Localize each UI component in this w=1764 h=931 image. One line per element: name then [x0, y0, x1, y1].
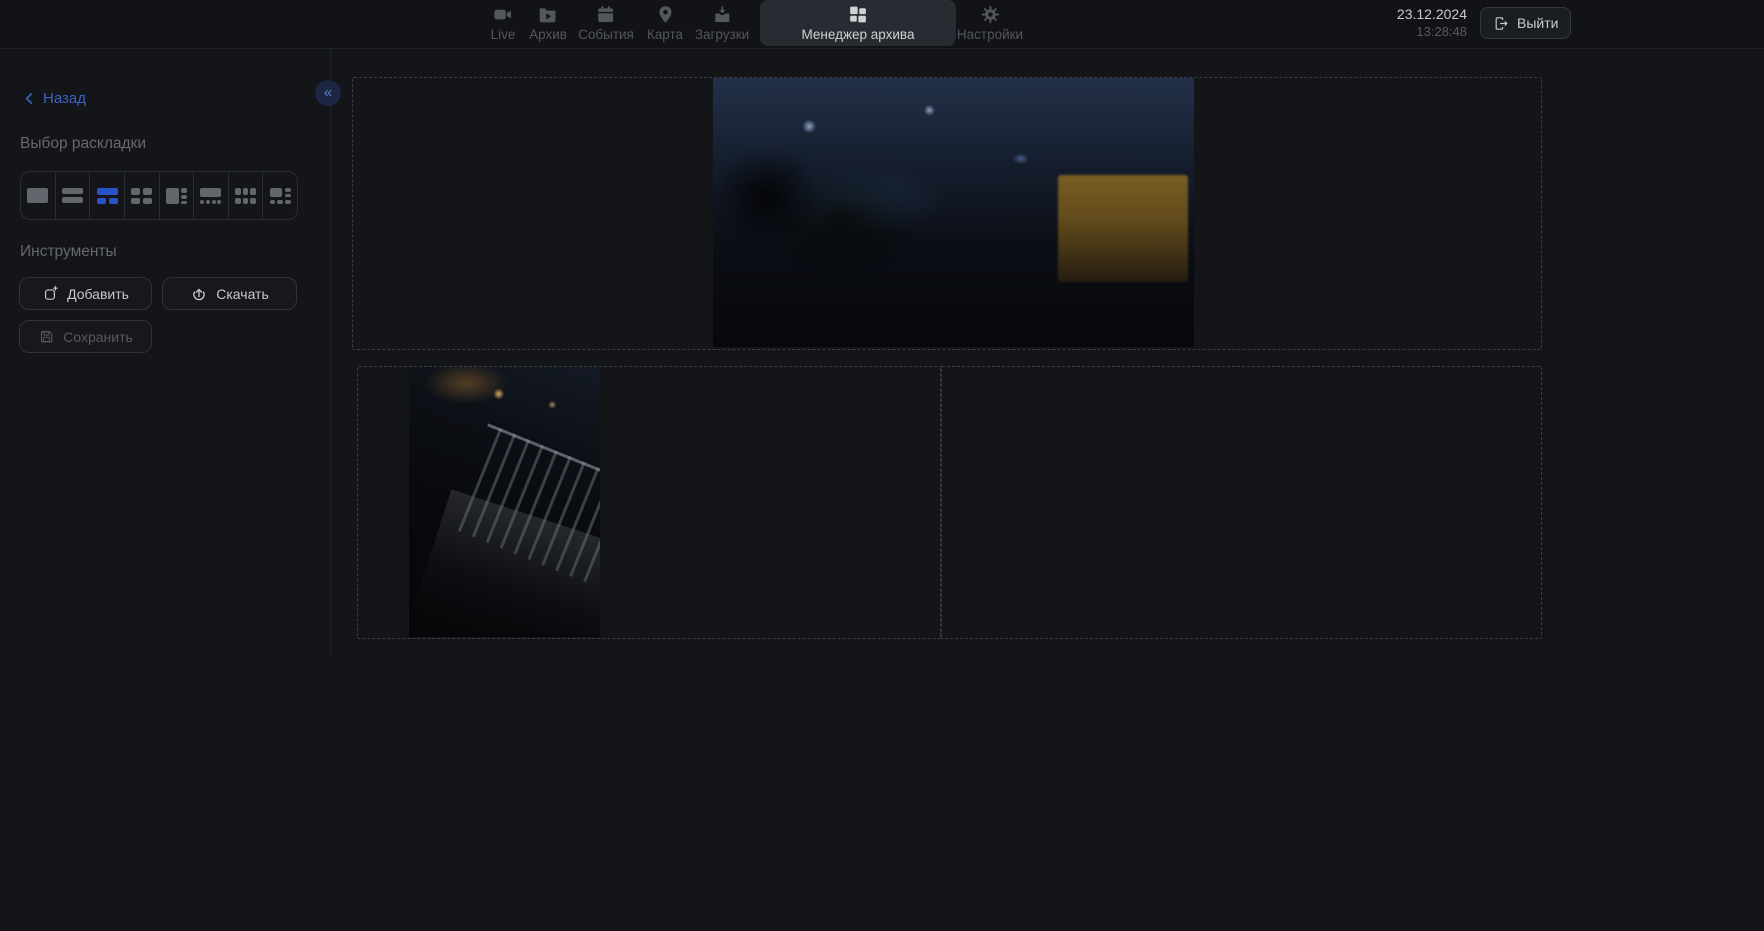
nav-tab-label: Менеджер архива [802, 27, 915, 42]
layout-option-6[interactable] [194, 172, 229, 219]
nav-tab-settings[interactable]: Настройки [957, 4, 1023, 42]
nav-tab-live[interactable]: Live [491, 4, 516, 42]
video-thumbnail-hallway[interactable]: 2024-07-09 Tue 15:59:20 [1040, 367, 1500, 637]
layout-option-5[interactable] [160, 172, 195, 219]
logout-button[interactable]: Выйти [1480, 7, 1571, 39]
sidebar: Назад Выбор раскладки [0, 48, 331, 655]
add-layout-icon [42, 285, 59, 302]
nav-tab-map[interactable]: Карта [647, 4, 683, 42]
layout-option-4[interactable] [125, 172, 160, 219]
current-date: 23.12.2024 [1397, 5, 1467, 23]
add-label: Добавить [67, 286, 129, 302]
layout-section-title: Выбор раскладки [20, 135, 146, 153]
bright-door-shape [1040, 367, 1081, 534]
download-arrow-icon [190, 285, 208, 303]
layout-option-2[interactable] [56, 172, 91, 219]
nav-tab-label: Загрузки [695, 27, 749, 42]
video-thumbnail-street-bus[interactable] [713, 78, 1194, 347]
bus-shape [1058, 175, 1188, 283]
floppy-save-icon [38, 328, 55, 345]
layout-option-1[interactable] [21, 172, 56, 219]
tools-section-title: Инструменты [20, 243, 117, 261]
layout-option-3-selected[interactable] [90, 172, 125, 219]
calendar-icon [595, 4, 616, 25]
layout-option-8[interactable] [263, 172, 297, 219]
live-camera-icon [492, 4, 513, 25]
sidebar-collapse-button[interactable]: « [315, 80, 341, 106]
nav-tab-label: Архив [529, 27, 567, 42]
current-time: 13:28:48 [1397, 23, 1467, 41]
video-thumbnail-night-street[interactable] [409, 367, 600, 637]
layout-selector [20, 171, 298, 220]
grid-blocks-icon [848, 4, 869, 25]
nav-tab-events[interactable]: События [578, 4, 634, 42]
gear-icon [979, 4, 1000, 25]
logout-label: Выйти [1517, 15, 1558, 31]
download-button[interactable]: Скачать [162, 277, 297, 310]
back-link[interactable]: Назад [22, 90, 86, 107]
download-label: Скачать [216, 286, 269, 302]
save-label: Сохранить [63, 329, 133, 345]
folder-play-icon [537, 4, 558, 25]
bright-door-shape [1040, 534, 1077, 637]
nav-tab-archive[interactable]: Архив [529, 4, 567, 42]
trees-silhouette [713, 132, 929, 293]
chevron-left-icon [22, 91, 37, 106]
clock: 23.12.2024 13:28:48 [1397, 5, 1467, 41]
layout-option-7[interactable] [229, 172, 264, 219]
nav-tab-archive-manager[interactable]: Менеджер архива [802, 4, 915, 42]
nav-tab-label: Настройки [957, 27, 1023, 42]
map-pin-icon [655, 4, 676, 25]
nav-tab-label: Live [491, 27, 516, 42]
video-grid-viewer: 2024-07-09 Tue 15:59:20 [330, 48, 1764, 655]
nav-tab-label: События [578, 27, 634, 42]
top-nav: Live Архив События Карта Загрузки [0, 0, 1764, 49]
download-box-icon [712, 4, 733, 25]
back-label: Назад [43, 90, 86, 107]
nav-tab-downloads[interactable]: Загрузки [695, 4, 749, 42]
app-window: Live Архив События Карта Загрузки [0, 0, 1764, 931]
save-button[interactable]: Сохранить [19, 320, 152, 353]
logout-icon [1493, 15, 1510, 32]
nav-tab-label: Карта [647, 27, 683, 42]
add-button[interactable]: Добавить [19, 277, 152, 310]
